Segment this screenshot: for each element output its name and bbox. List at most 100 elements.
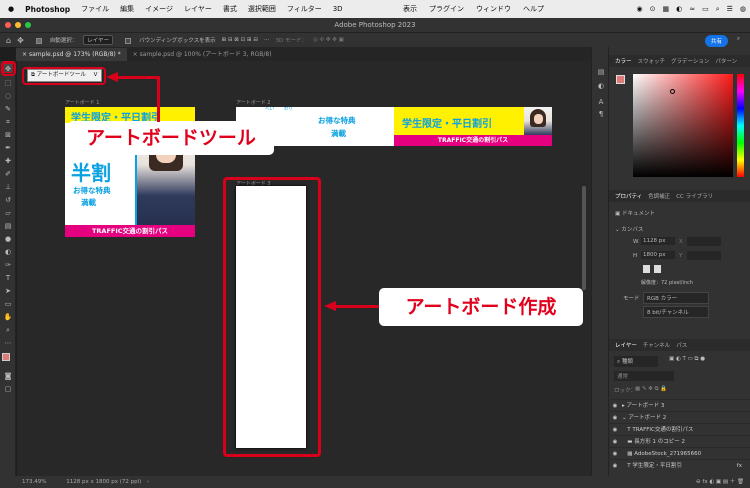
quick-mask-icon[interactable]: ◙ <box>3 371 13 381</box>
filter-kind-dropdown[interactable]: ⌕ 種類 <box>614 356 658 367</box>
layer-row[interactable]: ◉ ▦ AdobeStock_271965660 <box>608 447 750 459</box>
close-window-button[interactable] <box>5 22 11 28</box>
distribute-icon[interactable]: ⋯ <box>264 37 270 43</box>
crop-tool-icon[interactable]: ⌗ <box>3 117 13 127</box>
landscape-icon[interactable] <box>654 265 661 273</box>
tab-color[interactable]: カラー <box>615 57 632 65</box>
height-field[interactable]: 1800 px <box>641 251 675 259</box>
tab-swatches[interactable]: スウォッチ <box>638 57 666 65</box>
color-field[interactable] <box>633 74 733 177</box>
stamp-tool-icon[interactable]: ⊥ <box>3 182 13 192</box>
tab-adjustments[interactable]: 色調補正 <box>648 192 670 200</box>
shape-tool-icon[interactable]: ▭ <box>3 299 13 309</box>
status-arrow-icon[interactable]: › <box>147 479 149 485</box>
x-field[interactable] <box>687 237 721 246</box>
document-info[interactable]: 1128 px x 1800 px (72 ppi) <box>66 479 141 485</box>
dodge-icon[interactable]: ◐ <box>3 247 13 257</box>
depth-dropdown[interactable]: 8 bit/チャンネル <box>643 306 709 318</box>
layer-row[interactable]: ◉ T 学生限定・平日割引 fx <box>608 459 750 471</box>
artboard-1-label[interactable]: アートボード 1 <box>65 99 99 106</box>
fx-icon[interactable]: fx <box>737 460 742 472</box>
blend-mode-dropdown[interactable]: 通常 <box>614 371 674 381</box>
auto-select-dropdown[interactable]: レイヤー <box>83 35 114 45</box>
status-icon[interactable]: ◐ <box>676 5 682 13</box>
menu-layer[interactable]: レイヤー <box>184 4 212 14</box>
tab-sample-173[interactable]: × sample.psd @ 173% (RGB/8) * <box>16 48 127 61</box>
frame-tool-icon[interactable]: ⊠ <box>3 130 13 140</box>
adjust-panel-icon[interactable]: ◐ <box>596 81 606 91</box>
mode-dropdown[interactable]: RGB カラー <box>643 292 709 304</box>
marquee-tool-icon[interactable]: ⬚ <box>3 78 13 88</box>
zoom-window-button[interactable] <box>25 22 31 28</box>
status-icon[interactable]: ▦ <box>662 5 669 13</box>
zoom-tool-icon[interactable]: ⌕ <box>3 325 13 335</box>
pen-tool-icon[interactable]: ✑ <box>3 260 13 270</box>
canvas-scrollbar[interactable] <box>582 186 586 290</box>
brush-tool-icon[interactable]: ✐ <box>3 169 13 179</box>
menu-view[interactable]: 表示 <box>403 4 417 14</box>
lock-icons[interactable]: ▦ ✎ ✥ ⧉ 🔒 <box>635 386 667 393</box>
screen-mode-icon[interactable]: ▢ <box>3 384 13 394</box>
tab-properties[interactable]: プロパティ <box>615 192 642 200</box>
search-icon[interactable]: ⌕ <box>737 36 740 43</box>
blur-icon[interactable]: ● <box>3 234 13 244</box>
menu-3d[interactable]: 3D <box>333 5 343 13</box>
menu-help[interactable]: ヘルプ <box>523 4 544 14</box>
filter-icons[interactable]: ▣ ◐ T ▭ ⧉ ● <box>669 356 705 363</box>
gradient-icon[interactable]: ▤ <box>3 221 13 231</box>
app-menu[interactable]: Photoshop <box>25 5 70 14</box>
color-picker-ring[interactable] <box>670 89 675 94</box>
align-icon[interactable]: ⊞ ⊟ ⊠ ⊡ ⊞ ⊟ <box>222 37 258 43</box>
edit-toolbar-icon[interactable]: ⋯ <box>3 338 13 348</box>
history-panel-icon[interactable]: ▤ <box>596 67 606 77</box>
eyedropper-icon[interactable]: ✒ <box>3 143 13 153</box>
artboard-2[interactable]: へい わり お得な特典 満載 学生限定・平日割引 TRAFFIC交通の割引パス <box>236 107 552 146</box>
character-panel-icon[interactable]: A <box>596 97 606 107</box>
tab-pattern[interactable]: パターン <box>715 57 737 65</box>
width-field[interactable]: 1128 px <box>641 237 675 245</box>
menu-select[interactable]: 選択範囲 <box>248 4 276 14</box>
healing-brush-icon[interactable]: ✚ <box>3 156 13 166</box>
apple-icon[interactable]: ● <box>8 5 14 13</box>
move-tool-icon[interactable]: ✥ <box>17 36 24 45</box>
battery-icon[interactable]: ▭ <box>702 5 709 13</box>
bbox-checkbox[interactable] <box>125 37 132 44</box>
eraser-icon[interactable]: ▱ <box>3 208 13 218</box>
artboard-2-label[interactable]: アートボード 2 <box>236 99 270 106</box>
status-icon[interactable]: ◉ <box>636 5 642 13</box>
tab-cc-libraries[interactable]: CC ライブラリ <box>676 192 713 200</box>
history-brush-icon[interactable]: ↺ <box>3 195 13 205</box>
zoom-level[interactable]: 173.49% <box>22 479 46 485</box>
hue-slider[interactable] <box>737 74 744 177</box>
3d-tools-icon[interactable]: ◎ ✣ ✤ ✥ ▣ <box>313 37 344 43</box>
portrait-icon[interactable] <box>643 265 650 273</box>
menu-window[interactable]: ウィンドウ <box>476 4 511 14</box>
tab-layers[interactable]: レイヤー <box>615 341 637 349</box>
foreground-swatch[interactable] <box>616 75 625 84</box>
control-center-icon[interactable]: ☰ <box>727 5 733 13</box>
siri-icon[interactable]: ◍ <box>740 5 746 13</box>
y-field[interactable] <box>687 251 721 260</box>
minimize-window-button[interactable] <box>15 22 21 28</box>
tab-gradient[interactable]: グラデーション <box>671 57 709 65</box>
path-select-icon[interactable]: ➤ <box>3 286 13 296</box>
tab-channels[interactable]: チャンネル <box>643 341 670 349</box>
layer-row[interactable]: ◉ T TRAFFIC交通の割引パス <box>608 423 750 435</box>
layers-footer-icons[interactable]: ⊖ fx ◐ ▣ ▤ ＋ 🗑 <box>608 476 750 488</box>
status-icon[interactable]: ⊙ <box>650 5 656 13</box>
search-icon[interactable]: ⌕ <box>716 5 720 14</box>
paragraph-panel-icon[interactable]: ¶ <box>596 109 606 119</box>
lasso-tool-icon[interactable]: ◌ <box>3 91 13 101</box>
hand-tool-icon[interactable]: ✋ <box>3 312 13 322</box>
eye-icon[interactable]: ◉ <box>608 460 622 472</box>
menu-edit[interactable]: 編集 <box>120 4 134 14</box>
menu-type[interactable]: 書式 <box>223 4 237 14</box>
menu-file[interactable]: ファイル <box>81 4 109 14</box>
menu-image[interactable]: イメージ <box>145 4 173 14</box>
layer-row[interactable]: ◉ ▸ アートボード 3 <box>608 399 750 411</box>
menu-plugins[interactable]: プラグイン <box>429 4 464 14</box>
foreground-color-swatch[interactable] <box>2 353 10 361</box>
menu-filter[interactable]: フィルター <box>287 4 322 14</box>
auto-select-checkbox[interactable] <box>35 37 42 44</box>
tab-sample-100[interactable]: × sample.psd @ 100% (アートボード 3, RGB/8) <box>127 48 278 61</box>
